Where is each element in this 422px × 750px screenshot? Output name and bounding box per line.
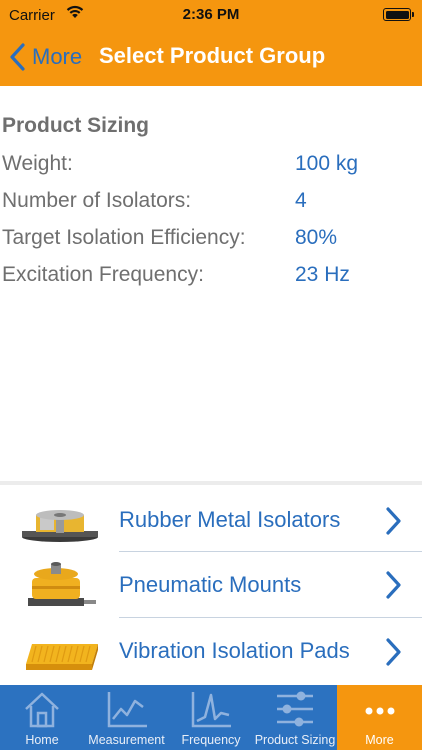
rubber-metal-isolator-image [22,510,98,542]
frequency-chart-icon [191,692,231,728]
vibration-pad-image [26,644,98,670]
tab-label: Measurement [88,733,165,747]
summary-row-frequency: Excitation Frequency: 23 Hz [0,263,422,293]
page-title: Select Product Group [99,43,326,68]
row-value: 4 [295,189,307,212]
summary-row-weight: Weight: 100 kg [0,152,422,182]
summary-row-isolators: Number of Isolators: 4 [0,189,422,219]
tab-more[interactable]: More [337,685,422,750]
sliders-icon [277,691,313,727]
product-name: Vibration Isolation Pads [119,638,350,663]
row-value: 23 Hz [295,263,350,286]
chevron-right-icon [386,507,401,535]
row-label: Target Isolation Efficiency: [2,226,246,249]
section-title: Product Sizing [2,114,149,137]
row-label: Excitation Frequency: [2,263,204,286]
chevron-right-icon [386,638,401,666]
back-button-label: More [32,44,83,69]
summary-row-efficiency: Target Isolation Efficiency: 80% [0,226,422,256]
tab-bar: Home Measurement Frequency Product Sizin… [0,685,422,750]
status-bar: Carrier 2:36 PM [0,0,422,30]
list-item-rubber-metal-isolators[interactable]: Rubber Metal Isolators [0,487,422,553]
row-value: 80% [295,226,338,249]
tab-home[interactable]: Home [0,685,84,750]
row-label: Number of Isolators: [2,189,192,212]
battery-icon [383,8,411,21]
tab-label: Home [25,733,59,747]
product-name: Rubber Metal Isolators [119,507,341,532]
tab-product-sizing[interactable]: Product Sizing [253,685,337,750]
chevron-right-icon [386,571,401,599]
tab-measurement[interactable]: Measurement [84,685,169,750]
list-item-vibration-isolation-pads[interactable]: Vibration Isolation Pads [0,618,422,684]
tab-label: More [365,733,394,747]
tab-label: Frequency [181,733,241,747]
row-label: Weight: [2,152,73,175]
tab-label: Product Sizing [254,733,336,747]
measurement-chart-icon [107,692,147,728]
chevron-left-icon [10,43,25,71]
product-sizing-summary: Product Sizing Weight: 100 kg Number of … [0,86,422,481]
product-name: Pneumatic Mounts [119,572,302,597]
tab-frequency[interactable]: Frequency [169,685,253,750]
status-time: 2:36 PM [182,6,240,23]
more-dots-icon [365,707,394,715]
home-icon [25,692,59,728]
navigation-bar: More Select Product Group [0,30,422,86]
row-value: 100 kg [295,152,359,175]
back-button[interactable]: More [8,40,82,74]
battery-tip [412,12,414,17]
product-group-list: Rubber Metal Isolators Pneumatic Mounts [0,485,422,685]
list-item-pneumatic-mounts[interactable]: Pneumatic Mounts [0,552,422,618]
pneumatic-mount-image [28,562,96,606]
